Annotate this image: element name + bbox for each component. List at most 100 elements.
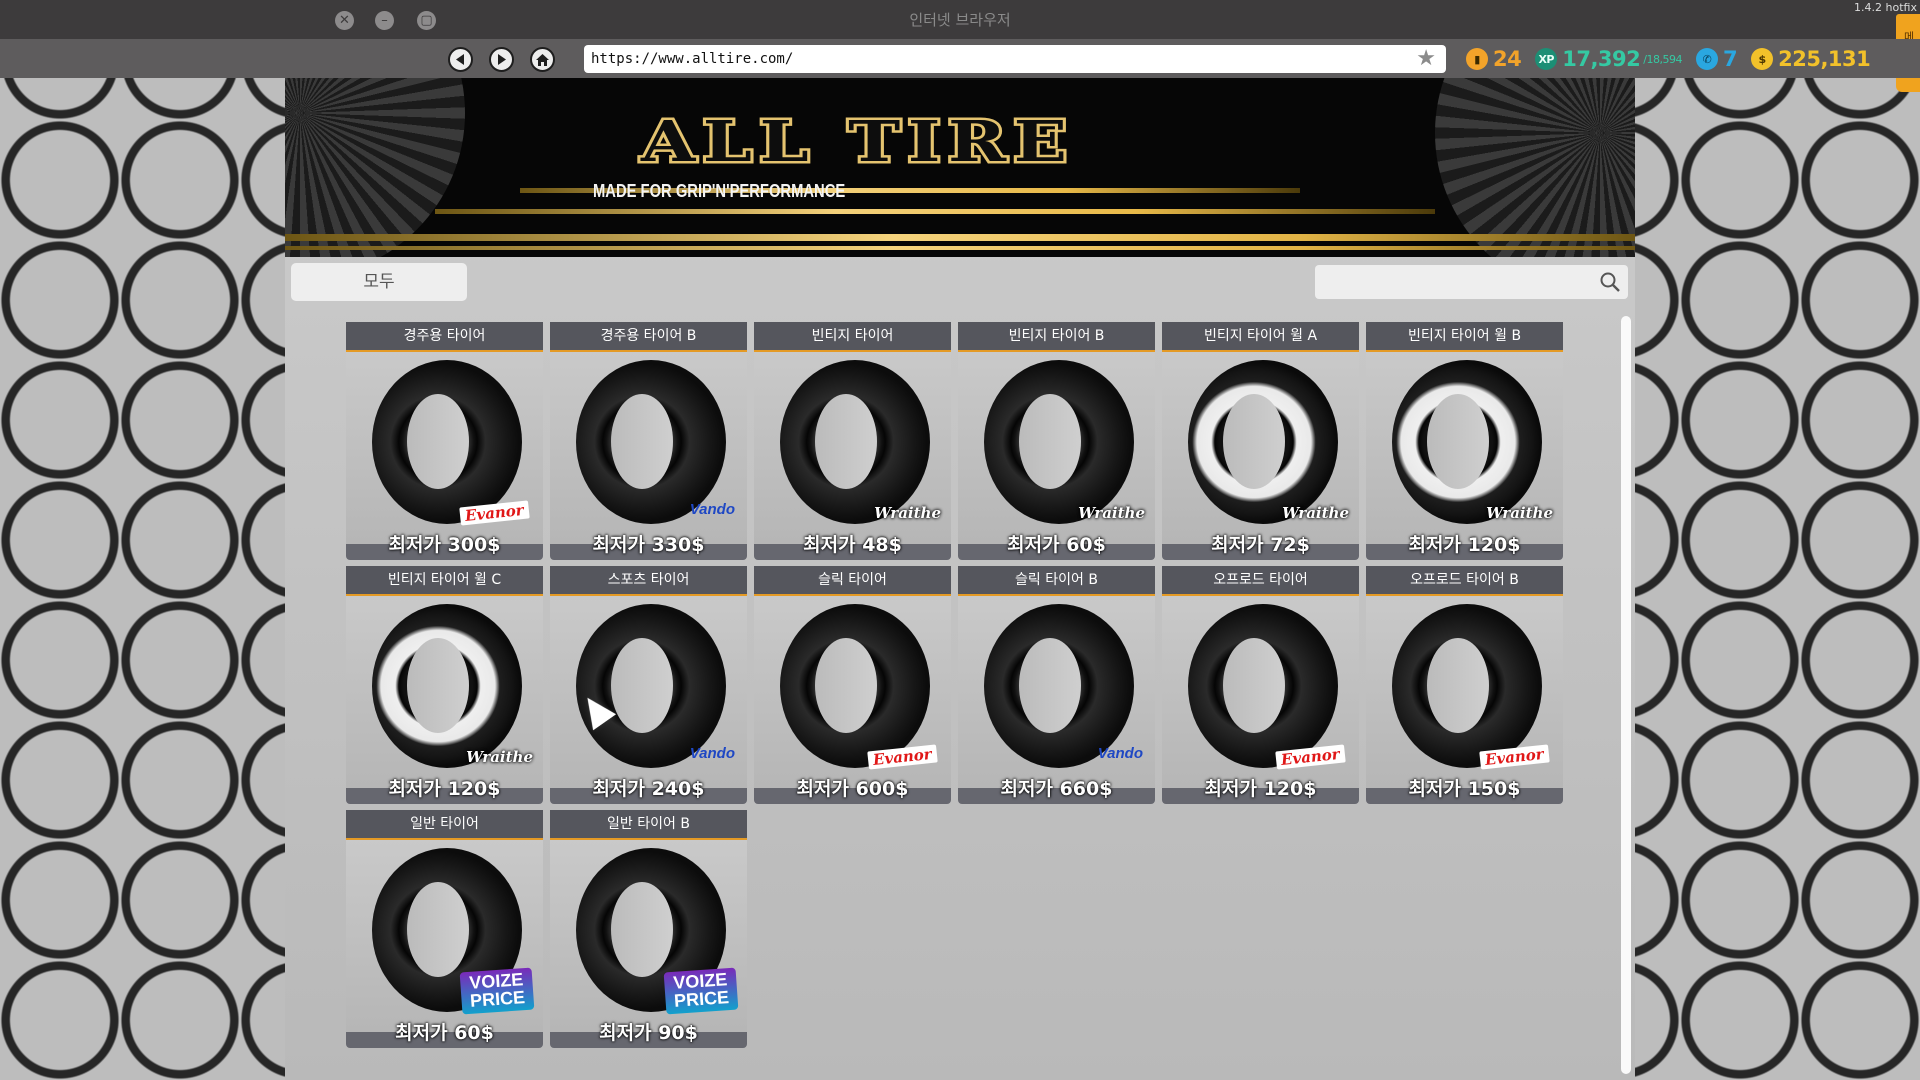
back-button[interactable] <box>448 47 473 72</box>
tire-image <box>576 604 726 768</box>
product-card[interactable]: 스포츠 타이어 Vando 최저가 240$ <box>550 566 747 804</box>
product-name: 슬릭 타이어 B <box>958 566 1155 596</box>
product-card[interactable]: 슬릭 타이어 B Vando 최저가 660$ <box>958 566 1155 804</box>
back-icon <box>456 54 464 65</box>
product-image[interactable]: Wraithe <box>1162 352 1359 544</box>
site-logo[interactable]: ALL TIRE <box>638 107 1074 178</box>
forward-icon <box>498 54 506 65</box>
tire-rim-hole <box>407 638 469 733</box>
brand-logo: Wraithe <box>466 748 533 766</box>
product-image[interactable]: VOIZE PRICE <box>550 840 747 1032</box>
money-stat: $ 225,131 <box>1751 47 1871 71</box>
site-banner: ALL TIRE MADE FOR GRIP'N'PERFORMANCE <box>285 78 1635 257</box>
tire-image <box>1392 604 1542 768</box>
product-card[interactable]: 빈티지 타이어 Wraithe 최저가 48$ <box>754 322 951 560</box>
product-image[interactable]: Evanor <box>1366 596 1563 788</box>
filter-all-button[interactable]: 모두 <box>291 263 467 301</box>
product-card[interactable]: 빈티지 타이어 윌 C Wraithe 최저가 120$ <box>346 566 543 804</box>
product-image[interactable]: Wraithe <box>958 352 1155 544</box>
calls-value: 7 <box>1722 47 1738 71</box>
tire-rim-hole <box>815 394 877 489</box>
product-card[interactable]: 경주용 타이어 B Vando 최저가 330$ <box>550 322 747 560</box>
banner-tire-right <box>1435 78 1635 257</box>
xp-max-value: /18,594 <box>1643 52 1682 66</box>
brand-logo: VOIZE PRICE <box>663 967 739 1015</box>
xp-stat: XP 17,392 /18,594 <box>1535 47 1682 71</box>
xp-icon: XP <box>1535 48 1558 70</box>
product-name: 빈티지 타이어 윌 B <box>1366 322 1563 352</box>
tire-image <box>984 604 1134 768</box>
brand-logo: Wraithe <box>1486 504 1553 522</box>
product-image[interactable]: Evanor <box>754 596 951 788</box>
level-stat: ▮ 24 <box>1466 47 1522 71</box>
tire-rim-hole <box>1427 394 1489 489</box>
product-card[interactable]: 빈티지 타이어 윌 A Wraithe 최저가 72$ <box>1162 322 1359 560</box>
tire-rim-hole <box>407 394 469 489</box>
home-button[interactable] <box>530 47 555 72</box>
product-card[interactable]: 일반 타이어 B VOIZE PRICE 최저가 90$ <box>550 810 747 1048</box>
product-image[interactable]: Wraithe <box>346 596 543 788</box>
product-card[interactable]: 일반 타이어 VOIZE PRICE 최저가 60$ <box>346 810 543 1048</box>
search-button[interactable] <box>1591 265 1628 299</box>
calls-stat: ✆ 7 <box>1695 47 1738 71</box>
product-name: 스포츠 타이어 <box>550 566 747 596</box>
product-price: 최저가 150$ <box>1408 778 1521 800</box>
product-image[interactable]: Vando <box>550 596 747 788</box>
product-image[interactable]: Evanor <box>346 352 543 544</box>
product-image[interactable]: Wraithe <box>1366 352 1563 544</box>
search-input[interactable] <box>1315 265 1606 299</box>
brand-logo: VOIZE PRICE <box>459 967 535 1015</box>
brand-logo: Vando <box>689 745 735 762</box>
website-content: ALL TIRE MADE FOR GRIP'N'PERFORMANCE 모두 … <box>285 78 1635 1080</box>
tire-image <box>1188 360 1338 524</box>
bookmark-star-icon[interactable]: ★ <box>1416 45 1436 72</box>
tire-image <box>1392 360 1542 524</box>
tire-rim-hole <box>1223 394 1285 489</box>
tire-image <box>1188 604 1338 768</box>
product-name: 빈티지 타이어 B <box>958 322 1155 352</box>
banner-stripe <box>285 246 1635 250</box>
window-titlebar: ✕ – ▢ 인터넷 브라우저 1.4.2 hotfix <box>0 0 1920 39</box>
product-price: 최저가 90$ <box>599 1022 698 1044</box>
brand-logo: Wraithe <box>874 504 941 522</box>
version-label: 1.4.2 hotfix <box>1854 1 1917 14</box>
address-bar[interactable]: https://www.alltire.com/ ★ <box>584 45 1446 73</box>
product-image[interactable]: Evanor <box>1162 596 1359 788</box>
tire-image <box>576 360 726 524</box>
product-price: 최저가 120$ <box>1204 778 1317 800</box>
tire-image <box>372 604 522 768</box>
product-name: 빈티지 타이어 윌 A <box>1162 322 1359 352</box>
tire-image <box>984 360 1134 524</box>
product-image[interactable]: VOIZE PRICE <box>346 840 543 1032</box>
product-image[interactable]: Vando <box>550 352 747 544</box>
product-price: 최저가 60$ <box>1007 534 1106 556</box>
page-scrollbar[interactable] <box>1621 316 1631 1074</box>
product-card[interactable]: 오프로드 타이어 B Evanor 최저가 150$ <box>1366 566 1563 804</box>
browser-toolbar: https://www.alltire.com/ ★ ▮ 24 XP 17,39… <box>0 39 1920 78</box>
product-name: 경주용 타이어 <box>346 322 543 352</box>
product-price: 최저가 300$ <box>388 534 501 556</box>
banner-tire-left <box>285 78 465 257</box>
banner-stripe <box>285 234 1635 241</box>
product-price: 최저가 120$ <box>1408 534 1521 556</box>
product-image[interactable]: Wraithe <box>754 352 951 544</box>
product-price: 최저가 660$ <box>1000 778 1113 800</box>
tire-image <box>780 360 930 524</box>
product-image[interactable]: Vando <box>958 596 1155 788</box>
product-card[interactable]: 경주용 타이어 Evanor 최저가 300$ <box>346 322 543 560</box>
tire-rim-hole <box>611 638 673 733</box>
tire-rim-hole <box>611 394 673 489</box>
forward-button[interactable] <box>489 47 514 72</box>
product-name: 빈티지 타이어 윌 C <box>346 566 543 596</box>
product-price: 최저가 330$ <box>592 534 705 556</box>
product-card[interactable]: 빈티지 타이어 B Wraithe 최저가 60$ <box>958 322 1155 560</box>
player-stats: ▮ 24 XP 17,392 /18,594 ✆ 7 $ 225,131 <box>1466 46 1884 72</box>
window-title: 인터넷 브라우저 <box>909 11 1011 29</box>
product-card[interactable]: 오프로드 타이어 Evanor 최저가 120$ <box>1162 566 1359 804</box>
product-card[interactable]: 빈티지 타이어 윌 B Wraithe 최저가 120$ <box>1366 322 1563 560</box>
banner-stripe <box>435 209 1435 214</box>
url-text: https://www.alltire.com/ <box>591 51 794 67</box>
site-tagline: MADE FOR GRIP'N'PERFORMANCE <box>593 181 846 201</box>
product-card[interactable]: 슬릭 타이어 Evanor 최저가 600$ <box>754 566 951 804</box>
dollar-icon: $ <box>1751 48 1774 70</box>
